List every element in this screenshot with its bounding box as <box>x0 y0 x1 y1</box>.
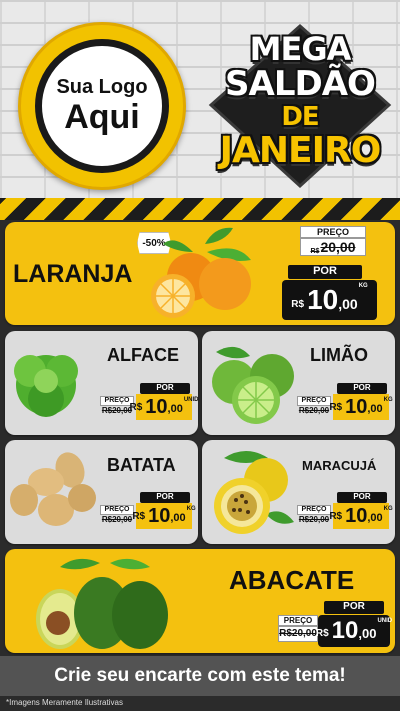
price-currency: R$ <box>132 511 146 522</box>
price-integer: 10 <box>307 284 339 315</box>
old-price: R$20,00 <box>298 515 330 524</box>
price-unit: KG <box>383 397 393 403</box>
logo-line-2: Aqui <box>64 97 140 136</box>
price-currency: R$ <box>315 628 329 639</box>
potato-image <box>10 452 96 526</box>
logo-line-1: Sua Logo <box>56 75 148 98</box>
product-name: BATATA <box>107 455 176 475</box>
avocado-image <box>36 558 168 649</box>
por-label: POR <box>288 265 362 279</box>
old-price-label: PREÇO <box>278 615 318 626</box>
por-label: POR <box>140 492 190 503</box>
lettuce-image <box>14 355 78 417</box>
passion-fruit-image <box>214 451 294 534</box>
price-integer: 10 <box>331 617 359 644</box>
product-name: LIMÃO <box>310 345 368 365</box>
old-price: R$20,00 <box>101 515 133 524</box>
price-integer: 10 <box>148 505 171 527</box>
price-cents: ,00 <box>170 512 186 524</box>
logo-placeholder[interactable]: Sua Logo Aqui <box>18 22 186 190</box>
price-cents: ,00 <box>367 403 383 415</box>
price-cents: ,00 <box>167 403 183 415</box>
old-price-label: PREÇO <box>297 396 331 406</box>
price-integer: 10 <box>345 505 368 527</box>
old-price: R$20,00 <box>298 406 330 415</box>
product-name: LARANJA <box>13 260 133 288</box>
footnote: *Imagens Meramente Ilustrativas <box>6 698 123 707</box>
por-label: POR <box>337 492 387 503</box>
price: R$ 10 ,00 KG <box>329 503 393 529</box>
cta-banner[interactable]: Crie seu encarte com este tema! <box>0 656 400 696</box>
price-unit: KG <box>186 506 196 512</box>
price-cents: ,00 <box>338 296 358 312</box>
price-cents: ,00 <box>367 512 383 524</box>
product-name: ABACATE <box>229 565 355 595</box>
price-unit: UNID <box>183 397 199 403</box>
headline-word-1: MEGA <box>249 30 352 68</box>
por-label: POR <box>140 383 190 394</box>
price-integer: 10 <box>345 396 368 418</box>
price-currency: R$ <box>291 299 305 310</box>
price: R$ 10 ,00 KG <box>329 394 393 420</box>
lime-image <box>212 346 294 424</box>
price-unit: KG <box>358 283 368 289</box>
price-currency: R$ <box>329 511 343 522</box>
old-price-value: 20,00 <box>320 239 356 255</box>
featured-price: R$ 10 ,00 KG <box>282 280 377 320</box>
headline-word-4: JANEIRO <box>219 130 382 171</box>
price-currency: R$ <box>329 402 343 413</box>
old-price: R$20,00 <box>278 626 318 642</box>
old-price-box: R$ 20,00 <box>300 238 366 256</box>
price-currency: R$ <box>129 402 143 413</box>
old-price-label: PREÇO <box>297 505 331 515</box>
caution-tape <box>0 198 400 220</box>
price: R$ 10 ,00 KG <box>132 503 196 529</box>
orange-image <box>151 227 251 318</box>
product-name: MARACUJÁ <box>302 458 377 473</box>
por-label: POR <box>324 601 384 614</box>
headline-word-3: DE <box>281 102 319 132</box>
product-name: ALFACE <box>107 345 179 365</box>
price-cents: ,00 <box>358 626 377 641</box>
price-unit: KG <box>383 506 393 512</box>
price: R$ 10 ,00 UNID <box>315 615 393 647</box>
old-price-currency: R$ <box>310 248 320 255</box>
old-price-label: PREÇO <box>100 505 134 515</box>
headline-word-2: SALDÃO <box>225 64 376 104</box>
old-price-label: PREÇO <box>300 226 366 238</box>
logo-circle: Sua Logo Aqui <box>35 39 169 173</box>
price-unit: UNID <box>377 618 393 624</box>
por-label: POR <box>337 383 387 394</box>
price: R$ 10 ,00 UNID <box>130 394 199 420</box>
price-integer: 10 <box>145 396 168 418</box>
headline-badge: MEGA SALDÃO DE JANEIRO <box>205 20 395 190</box>
